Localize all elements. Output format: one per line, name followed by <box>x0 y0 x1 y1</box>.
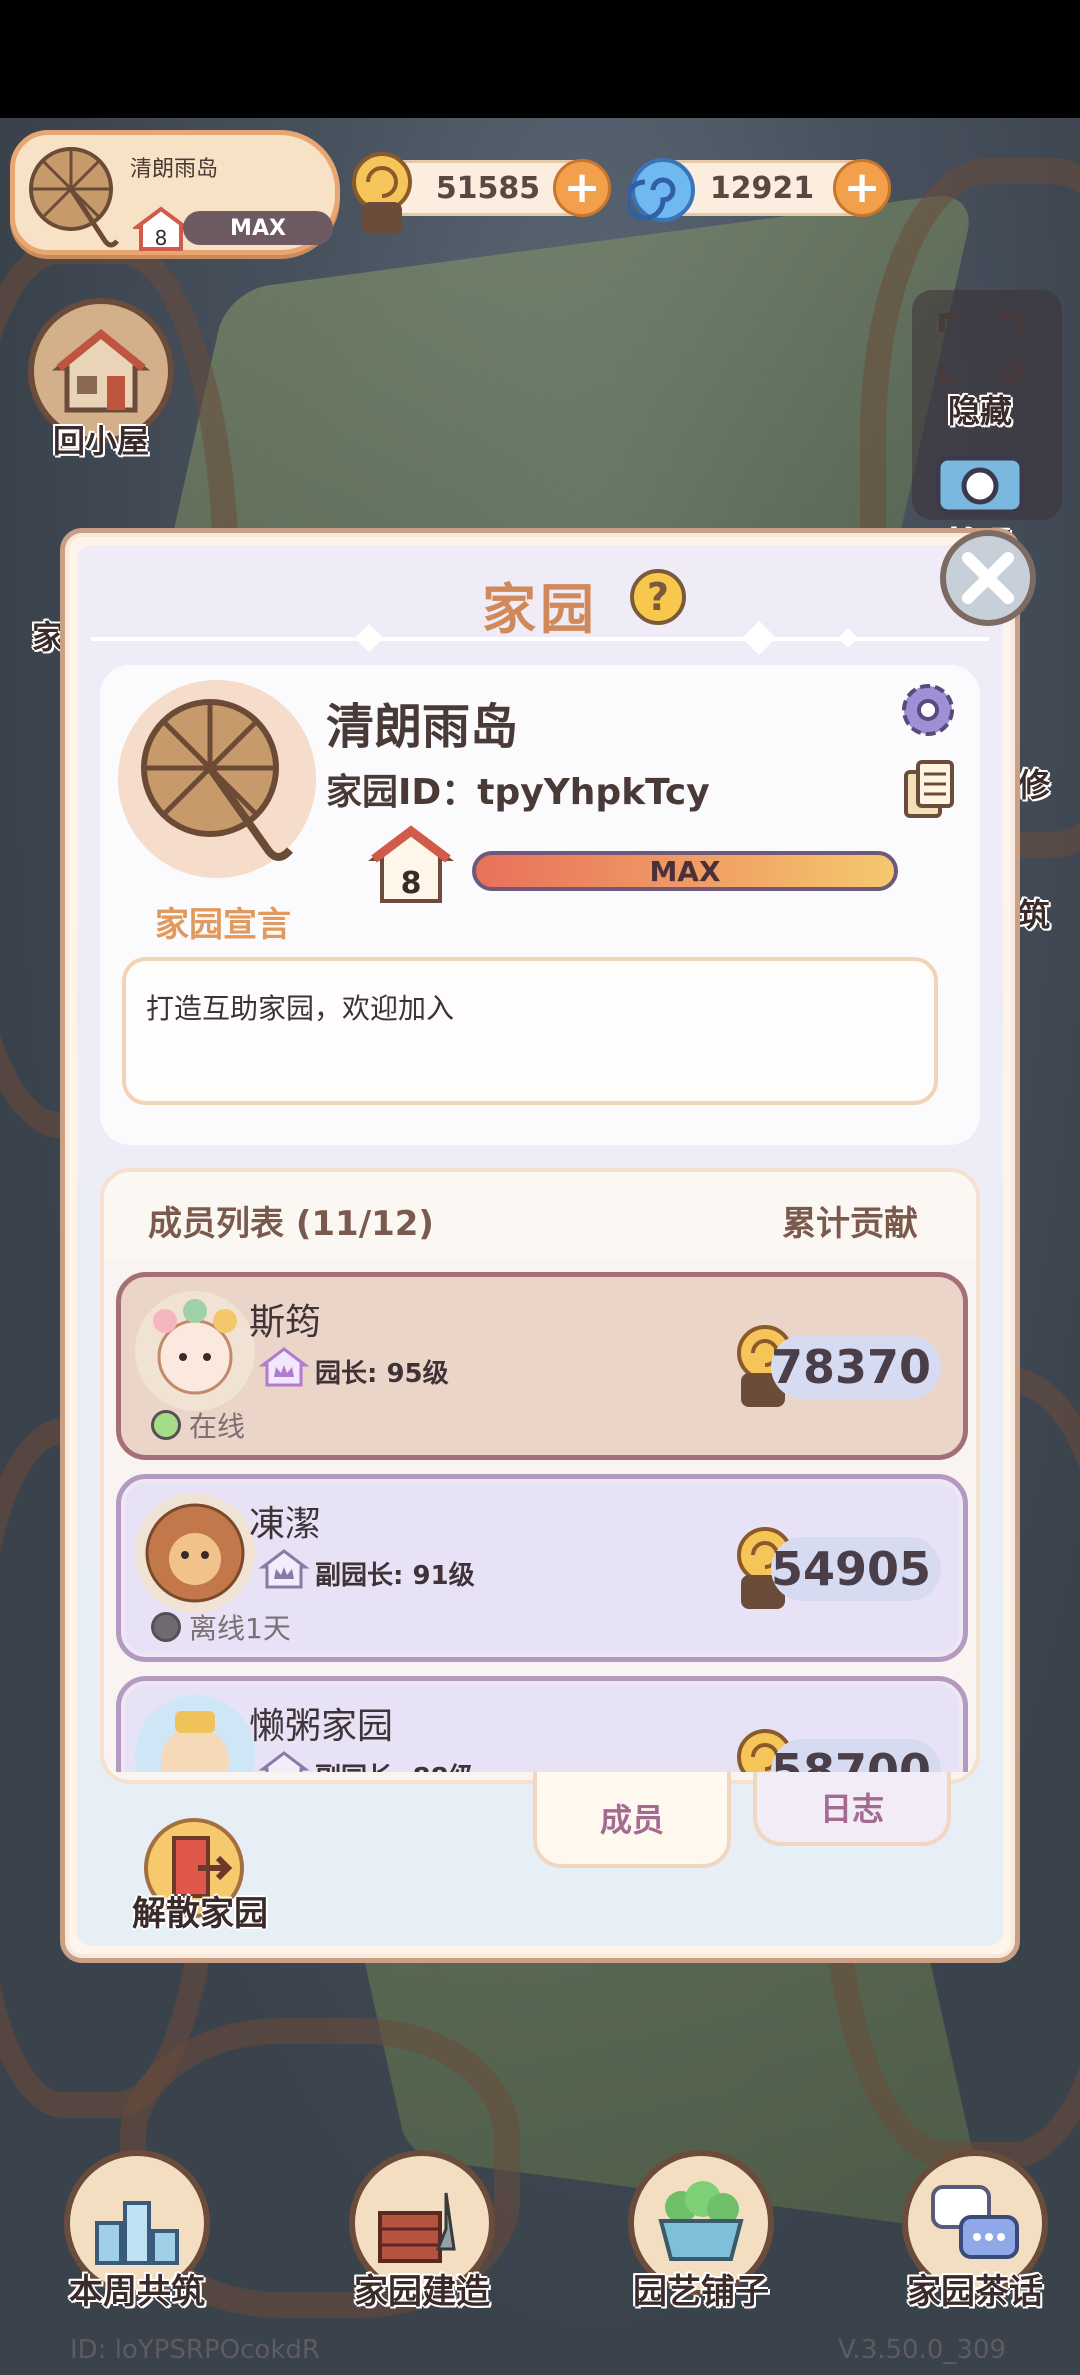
vice-owner-rank-icon <box>259 1751 309 1772</box>
status-bar <box>0 0 1080 118</box>
owner-rank-icon <box>259 1347 309 1387</box>
member-role: 园长: 95级 <box>315 1359 449 1389</box>
declaration-label: 家园宣言 <box>155 905 291 945</box>
hide-icon <box>939 313 1021 381</box>
garden-shop-button[interactable]: 园艺铺子 <box>616 2150 786 2313</box>
member-role: 副园长: 91级 <box>315 1561 475 1591</box>
build-side-label[interactable]: 筑 <box>1018 890 1050 936</box>
planter-icon <box>658 2181 744 2261</box>
umbrella-icon <box>141 699 294 861</box>
avatar <box>135 1493 255 1613</box>
member-row[interactable]: 斯筠 园长: 95级 在线 78370 <box>116 1272 968 1460</box>
avatar <box>135 1695 255 1772</box>
swirl-gem-icon <box>628 158 695 222</box>
close-button[interactable] <box>940 530 1036 626</box>
title-divider <box>91 621 989 655</box>
member-avatar-icon <box>153 1299 237 1395</box>
home-avatar <box>118 680 316 878</box>
home-build-button[interactable]: 家园建造 <box>337 2150 507 2313</box>
podium-icon <box>95 2201 179 2265</box>
add-coins-button[interactable]: + <box>553 159 611 217</box>
member-avatar-icon <box>161 1711 229 1772</box>
house-icon <box>51 328 151 413</box>
member-name: 斯筠 <box>249 1302 322 1343</box>
copy-icon[interactable] <box>902 760 958 820</box>
house-level-icon: 8 <box>368 825 454 903</box>
member-list-panel: 成员列表 (11/12) 累计贡献 斯筠 园长: 95级 在线 78370 凍潔… <box>100 1168 980 1784</box>
footer-version: V.3.50.0_309 <box>838 2335 1007 2365</box>
gear-icon[interactable] <box>895 677 961 743</box>
member-contribution: 78370 <box>771 1335 941 1399</box>
footer-user-id: ID: loYPSRPOcokdR <box>70 2335 320 2365</box>
home-name-title: 清朗雨岛 <box>326 699 519 755</box>
house-level-icon: 8 <box>133 206 189 251</box>
member-name: 凍潔 <box>249 1504 322 1545</box>
member-contribution: 58700 <box>771 1739 941 1772</box>
home-badge[interactable]: 清朗雨岛 8 MAX <box>10 130 340 255</box>
member-row[interactable]: 凍潔 副园长: 91级 离线1天 54905 <box>116 1474 968 1662</box>
member-row[interactable]: 懒粥家园 副园长: 88级 58700 <box>116 1676 968 1772</box>
snail-coin-icon <box>352 152 412 234</box>
avatar <box>135 1291 255 1411</box>
home-id: 家园ID：tpyYhpkTcy <box>326 772 710 813</box>
member-avatar-icon <box>145 1503 245 1603</box>
help-icon[interactable]: ? <box>630 569 686 625</box>
disband-home-button[interactable]: 解散家园 <box>118 1812 278 1942</box>
member-status: 在线 <box>151 1405 245 1445</box>
home-chat-button[interactable]: 家园茶话 <box>890 2150 1060 2313</box>
member-role: 副园长: 88级 <box>315 1757 475 1772</box>
level-progress-bar: MAX <box>472 851 898 891</box>
hide-button[interactable]: 隐藏 <box>938 312 1022 432</box>
repair-side-label[interactable]: 修 <box>1018 760 1050 806</box>
contribution-header: 累计贡献 <box>782 1204 918 1244</box>
add-gems-button[interactable]: + <box>833 159 891 217</box>
member-list[interactable]: 斯筠 园长: 95级 在线 78370 凍潔 副园长: 91级 离线1天 549… <box>112 1272 968 1772</box>
member-name: 懒粥家园 <box>249 1706 394 1747</box>
member-list-header: 成员列表 (11/12) 累计贡献 <box>104 1172 976 1260</box>
back-home-button[interactable]: 回小屋 <box>28 298 174 462</box>
member-count-label: 成员列表 (11/12) <box>148 1204 434 1244</box>
declaration-text[interactable]: 打造互助家园，欢迎加入 <box>122 957 938 1105</box>
svg-text:8: 8 <box>155 226 168 250</box>
offline-dot <box>151 1612 181 1642</box>
brick-trowel-icon <box>378 2192 456 2263</box>
weekly-build-button[interactable]: 本周共筑 <box>52 2150 222 2313</box>
umbrella-icon <box>29 147 119 248</box>
home-profile-card: 清朗雨岛 家园ID：tpyYhpkTcy 8 MAX 家园宣言 打造互助家园，欢… <box>100 665 980 1145</box>
tab-log[interactable]: 日志 <box>753 1772 951 1846</box>
home-name: 清朗雨岛 <box>130 157 219 182</box>
home-level-bar: MAX <box>183 211 333 245</box>
member-contribution: 54905 <box>771 1537 941 1601</box>
chat-bubbles-icon <box>931 2185 1019 2259</box>
member-status: 离线1天 <box>151 1607 291 1647</box>
vice-owner-rank-icon <box>259 1549 309 1589</box>
svg-text:8: 8 <box>401 866 422 901</box>
dialog-title: 家园 <box>482 578 598 641</box>
close-icon <box>962 552 1014 604</box>
online-dot <box>151 1410 181 1440</box>
tab-members[interactable]: 成员 <box>533 1772 731 1868</box>
camera-icon <box>935 455 1025 515</box>
